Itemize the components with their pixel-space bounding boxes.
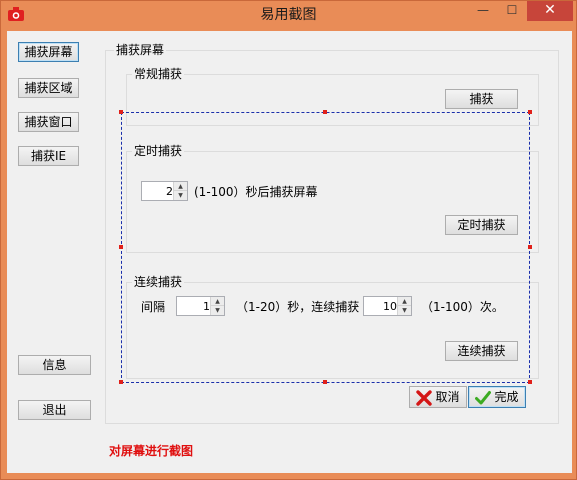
capture-ie-button[interactable]: 捕获IE xyxy=(18,146,79,166)
app-window: 易用截图 — ☐ ✕ 捕获屏幕 捕获区域 捕获窗口 捕获IE 信息 退出 捕获屏… xyxy=(0,0,577,480)
exit-button[interactable]: 退出 xyxy=(18,400,91,420)
client-area: 捕获屏幕 捕获区域 捕获窗口 捕获IE 信息 退出 捕获屏幕 常规捕获 捕获 定… xyxy=(7,31,572,473)
capture-window-button[interactable]: 捕获窗口 xyxy=(18,112,79,132)
capture-screen-button[interactable]: 捕获屏幕 xyxy=(18,42,79,62)
title-bar[interactable]: 易用截图 — ☐ ✕ xyxy=(1,1,576,31)
cancel-label: 取消 xyxy=(435,390,460,404)
close-icon: ✕ xyxy=(544,2,556,18)
selection-handle[interactable] xyxy=(528,245,532,249)
checkmark-icon xyxy=(475,390,492,404)
selection-handle[interactable] xyxy=(323,380,327,384)
selection-handle[interactable] xyxy=(528,110,532,114)
panel-title: 捕获屏幕 xyxy=(114,41,167,58)
maximize-button[interactable]: ☐ xyxy=(498,1,526,21)
capture-button[interactable]: 捕获 xyxy=(445,89,518,109)
close-button[interactable]: ✕ xyxy=(527,1,573,21)
minimize-icon: — xyxy=(477,3,489,17)
done-button[interactable]: 完成 xyxy=(468,386,526,408)
normal-capture-title: 常规捕获 xyxy=(132,65,185,82)
done-label: 完成 xyxy=(494,390,519,404)
minimize-button[interactable]: — xyxy=(468,1,498,21)
selection-rectangle[interactable] xyxy=(121,112,530,383)
cancel-x-icon xyxy=(416,389,433,406)
selection-handle[interactable] xyxy=(528,380,532,384)
selection-handle[interactable] xyxy=(119,110,123,114)
selection-handle[interactable] xyxy=(119,380,123,384)
selection-handle[interactable] xyxy=(119,245,123,249)
capture-region-button[interactable]: 捕获区域 xyxy=(18,78,79,98)
info-button[interactable]: 信息 xyxy=(18,355,91,375)
status-text: 对屏幕进行截图 xyxy=(109,444,194,458)
cancel-button[interactable]: 取消 xyxy=(409,386,467,408)
selection-handle[interactable] xyxy=(323,110,327,114)
maximize-icon: ☐ xyxy=(506,3,518,17)
